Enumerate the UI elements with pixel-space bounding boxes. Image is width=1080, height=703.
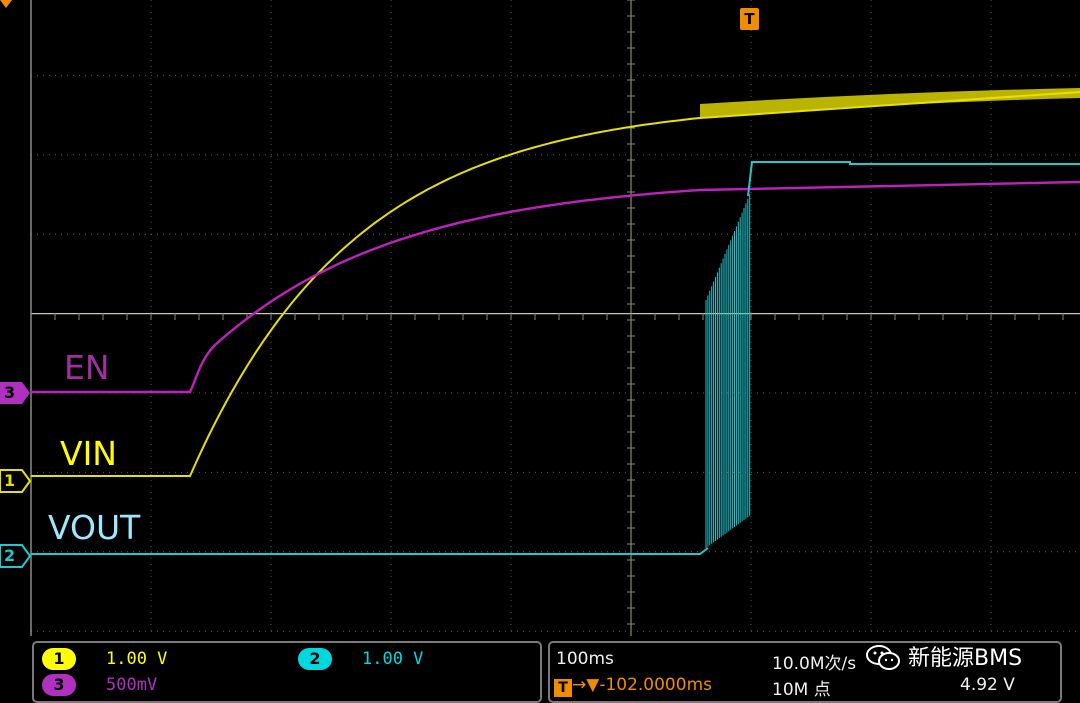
watermark: 新能源BMS	[866, 640, 1022, 672]
ch1-scale: 1.00 V	[106, 649, 168, 669]
vout-ringing	[705, 194, 751, 548]
ch2-ground-marker[interactable]: 2	[0, 544, 31, 568]
en-trace	[31, 180, 1080, 394]
sample-rate: 10.0M次/s	[772, 654, 857, 674]
vin-trace-label: VIN	[60, 434, 117, 473]
ch3-scale: 500mV	[106, 675, 158, 695]
traces	[31, 88, 1080, 555]
oscilloscope-display: EN VIN VOUT 3 1 2 T	[0, 0, 1080, 638]
trigger-badge[interactable]: T	[740, 8, 759, 30]
ch3-ground-marker[interactable]: 3	[0, 381, 31, 405]
vout-trace-high	[747, 161, 1080, 197]
ch2-marker-number: 2	[4, 546, 16, 565]
waveform-area	[30, 0, 1080, 636]
timebase: 100ms	[556, 649, 614, 669]
ch3-badge[interactable]: 3	[42, 674, 76, 696]
watermark-text: 新能源BMS	[908, 646, 1023, 671]
vout-trace	[31, 547, 709, 555]
ch1-marker-number: 1	[4, 471, 16, 490]
vin-trace	[31, 91, 1080, 477]
vin-trace-band	[700, 88, 1080, 118]
trigger-level: 4.92 V	[960, 675, 1015, 695]
ch3-marker-number: 3	[4, 383, 16, 402]
ch2-badge[interactable]: 2	[298, 648, 332, 670]
en-trace-label: EN	[64, 348, 110, 387]
ch1-ground-marker[interactable]: 1	[0, 469, 31, 493]
ch2-scale: 1.00 V	[362, 649, 424, 669]
channel-settings-panel[interactable]: 1 1.00 V 2 1.00 V 3 500mV	[32, 641, 542, 703]
ch1-badge[interactable]: 1	[42, 648, 76, 670]
record-length: 10M 点	[772, 680, 831, 700]
trigger-position-icon[interactable]	[0, 0, 12, 8]
trigger-offset: T →▼-102.0000ms	[554, 675, 712, 697]
vout-trace-label: VOUT	[48, 508, 141, 547]
trigger-offset-value: →▼-102.0000ms	[572, 675, 712, 695]
trigger-icon: T	[554, 679, 572, 697]
status-bar: 1 1.00 V 2 1.00 V 3 500mV 100ms T →▼-102.…	[0, 638, 1080, 703]
wechat-icon	[866, 645, 900, 670]
